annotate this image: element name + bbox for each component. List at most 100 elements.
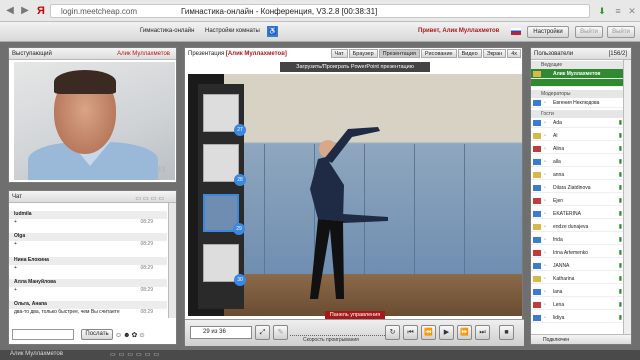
slide-thumbnail[interactable]: 27 (203, 94, 246, 136)
play-icon[interactable]: ▶ (439, 325, 454, 340)
slide-thumbnail[interactable]: 30 (203, 244, 246, 286)
user-row-host[interactable]: Алик Муллахметов (531, 69, 624, 79)
user-row[interactable]: ◔ EKATERINA ▮ (531, 209, 624, 219)
chat-input[interactable] (12, 329, 74, 340)
user-row[interactable]: ◔ Евгения Неклюдова (531, 98, 624, 108)
user-row[interactable]: ◔ Al ▮ (531, 131, 624, 141)
flag-icon (533, 302, 541, 308)
tab-4x[interactable]: 4x (507, 49, 521, 58)
user-row[interactable]: ◔ Lena ▮ (531, 300, 624, 310)
back-icon[interactable]: ◀ (4, 4, 16, 18)
user-row[interactable]: ◔ Ada ▮ (531, 118, 624, 128)
page-selector[interactable]: 29 из 36 (190, 326, 252, 339)
user-row[interactable]: ◔ JANNA ▮ (531, 261, 624, 271)
status-tools-icon[interactable]: ▭▭▭▭▭▭ (110, 351, 162, 358)
forward-icon[interactable]: ▶ (19, 4, 31, 18)
mic-icon[interactable]: ▮ (619, 274, 622, 284)
user-icon: ◔ (543, 133, 547, 139)
playback-controls: 29 из 36 ⤢ ✎ Скорость проигрывания ↻ ⏮ ⏪… (185, 319, 524, 346)
page-title: Гимнастика-онлайн - Конференция, V3.2.8 … (181, 7, 378, 16)
send-button[interactable]: Послать (81, 329, 113, 340)
first-slide-icon[interactable]: ⏮ (403, 325, 418, 340)
close-icon[interactable]: ✕ (626, 5, 638, 17)
mic-icon[interactable]: ▮ (619, 170, 622, 180)
tab-drawing[interactable]: Рисование (420, 49, 457, 58)
download-icon[interactable]: ⬇ (596, 5, 608, 17)
room-link[interactable]: Гимнастика-онлайн (140, 28, 194, 34)
fast-forward-icon[interactable]: ⏩ (457, 325, 472, 340)
user-row[interactable]: ◔ Ejen ▮ (531, 196, 624, 206)
pen-icon[interactable]: ✎ (273, 325, 288, 340)
fullscreen-icon[interactable]: ⤢ (255, 325, 270, 340)
user-row[interactable]: ◔ lidiya ▮ (531, 313, 624, 323)
emoji-icons[interactable]: ☺☻✿☺ (115, 331, 147, 339)
upload-presentation-button[interactable]: Загрузить/Проиграть PowerPoint презентац… (280, 62, 430, 72)
russian-flag-icon[interactable] (511, 28, 521, 35)
yandex-logo[interactable]: Я (34, 3, 48, 19)
chat-header-title: Чат (12, 194, 22, 200)
user-row[interactable]: ◔ Alina ▮ (531, 144, 624, 154)
tab-chat[interactable]: Чат (330, 49, 348, 58)
user-name: lidiya (553, 315, 565, 321)
status-user-name: Алик Муллахметов (10, 351, 63, 357)
slide-number: 29 (233, 223, 245, 235)
user-row[interactable]: ◔ frida ▮ (531, 235, 624, 245)
menu-icon[interactable]: ≡ (612, 5, 624, 17)
user-icon: ◔ (543, 185, 547, 191)
browser-chrome: ◀ ▶ Я login.meetcheap.com Гимнастика-онл… (0, 0, 640, 22)
user-row-host-tools (531, 79, 624, 87)
url-text[interactable]: login.meetcheap.com (61, 7, 137, 16)
user-row[interactable]: ◔ Katharina ▮ (531, 274, 624, 284)
chat-tools-icon[interactable]: ▭▭▭▭ (135, 193, 166, 205)
chat-message-time: 08:29 (140, 309, 153, 315)
logout-button[interactable]: Выйти (607, 26, 635, 38)
address-bar[interactable]: login.meetcheap.com Гимнастика-онлайн - … (50, 4, 590, 18)
slide-thumbnail[interactable]: 28 (203, 144, 246, 186)
mic-icon[interactable]: ▮ (619, 209, 622, 219)
speaker-video: ▮▮ (14, 62, 175, 180)
rewind-icon[interactable]: ⏪ (421, 325, 436, 340)
flag-icon (533, 250, 541, 256)
tab-presentation[interactable]: Презентация (378, 49, 420, 58)
mic-icon[interactable]: ▮ (619, 261, 622, 271)
mic-icon[interactable]: ▮ (619, 144, 622, 154)
mic-icon[interactable]: ▮ (619, 313, 622, 323)
volume-icon[interactable]: ▮▮ (157, 164, 167, 174)
speaker-header: Выступающий Алик Муллахметов (9, 48, 176, 60)
users-scrollbar[interactable] (623, 60, 631, 334)
room-settings-link[interactable]: Настройки комнаты (205, 28, 260, 34)
mic-icon[interactable]: ▮ (619, 157, 622, 167)
user-row[interactable]: ◔ Irina Artemenko ▮ (531, 248, 624, 258)
settings-button[interactable]: Настройки (527, 26, 569, 38)
user-row[interactable]: ◔ Dilara Ziatdinova ▮ (531, 183, 624, 193)
exit-button[interactable]: Выйти (575, 26, 603, 38)
speaker-name: Алик Муллахметов (117, 51, 170, 57)
user-row[interactable]: ◔ lana ▮ (531, 287, 624, 297)
chat-message: +08:29 (9, 265, 167, 273)
stop-icon[interactable]: ■ (499, 325, 514, 340)
user-row[interactable]: ◔ anna ▮ (531, 170, 624, 180)
user-row[interactable]: ◔ alla ▮ (531, 157, 624, 167)
chat-message-text: + (14, 219, 17, 225)
refresh-icon[interactable]: ↻ (385, 325, 400, 340)
mic-icon[interactable]: ▮ (619, 235, 622, 245)
chat-scrollbar[interactable] (168, 203, 176, 318)
mic-icon[interactable]: ▮ (619, 118, 622, 128)
mic-icon[interactable]: ▮ (619, 222, 622, 232)
user-icon: ◔ (543, 146, 547, 152)
tab-screen[interactable]: Экран (482, 49, 507, 58)
user-row[interactable]: ◔ endze dunajeva ▮ (531, 222, 624, 232)
speed-slider[interactable] (290, 326, 385, 336)
mic-icon[interactable]: ▮ (619, 131, 622, 141)
tab-video[interactable]: Видео (457, 49, 482, 58)
mic-icon[interactable]: ▮ (619, 248, 622, 258)
accessibility-icon[interactable]: ♿ (267, 26, 278, 37)
slide-thumbnail-selected[interactable]: 29 (203, 194, 245, 235)
tab-browser[interactable]: Браузер (348, 49, 378, 58)
mic-icon[interactable]: ▮ (619, 300, 622, 310)
mic-icon[interactable]: ▮ (619, 183, 622, 193)
group-moderators: Модераторы (531, 90, 624, 98)
last-slide-icon[interactable]: ⏭ (475, 325, 490, 340)
mic-icon[interactable]: ▮ (619, 196, 622, 206)
mic-icon[interactable]: ▮ (619, 287, 622, 297)
